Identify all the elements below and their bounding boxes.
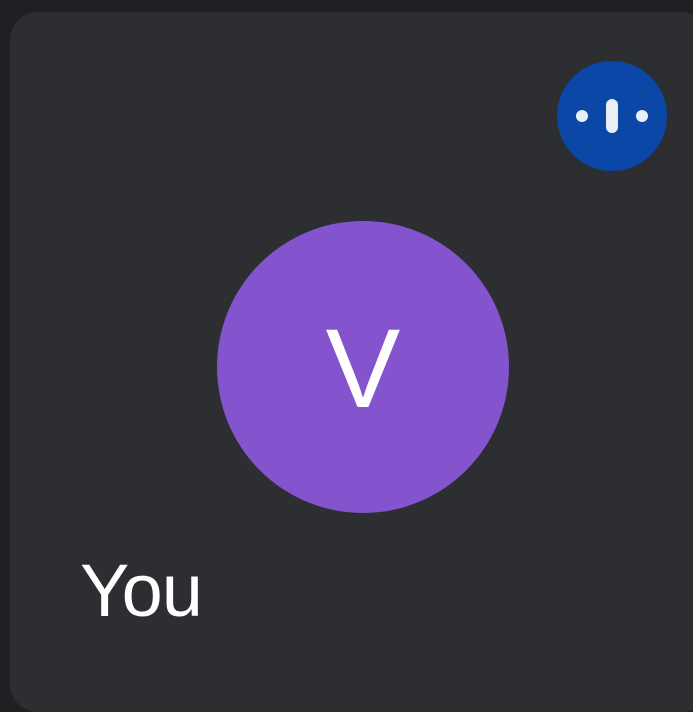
participant-name: You bbox=[80, 549, 203, 632]
avatar: V bbox=[217, 221, 509, 513]
audio-levels-icon bbox=[576, 99, 648, 133]
avatar-initial: V bbox=[325, 306, 401, 431]
audio-level-bar-center bbox=[606, 99, 618, 133]
speaking-indicator bbox=[557, 61, 667, 171]
audio-level-dot-right bbox=[636, 110, 648, 122]
audio-level-dot-left bbox=[576, 110, 588, 122]
